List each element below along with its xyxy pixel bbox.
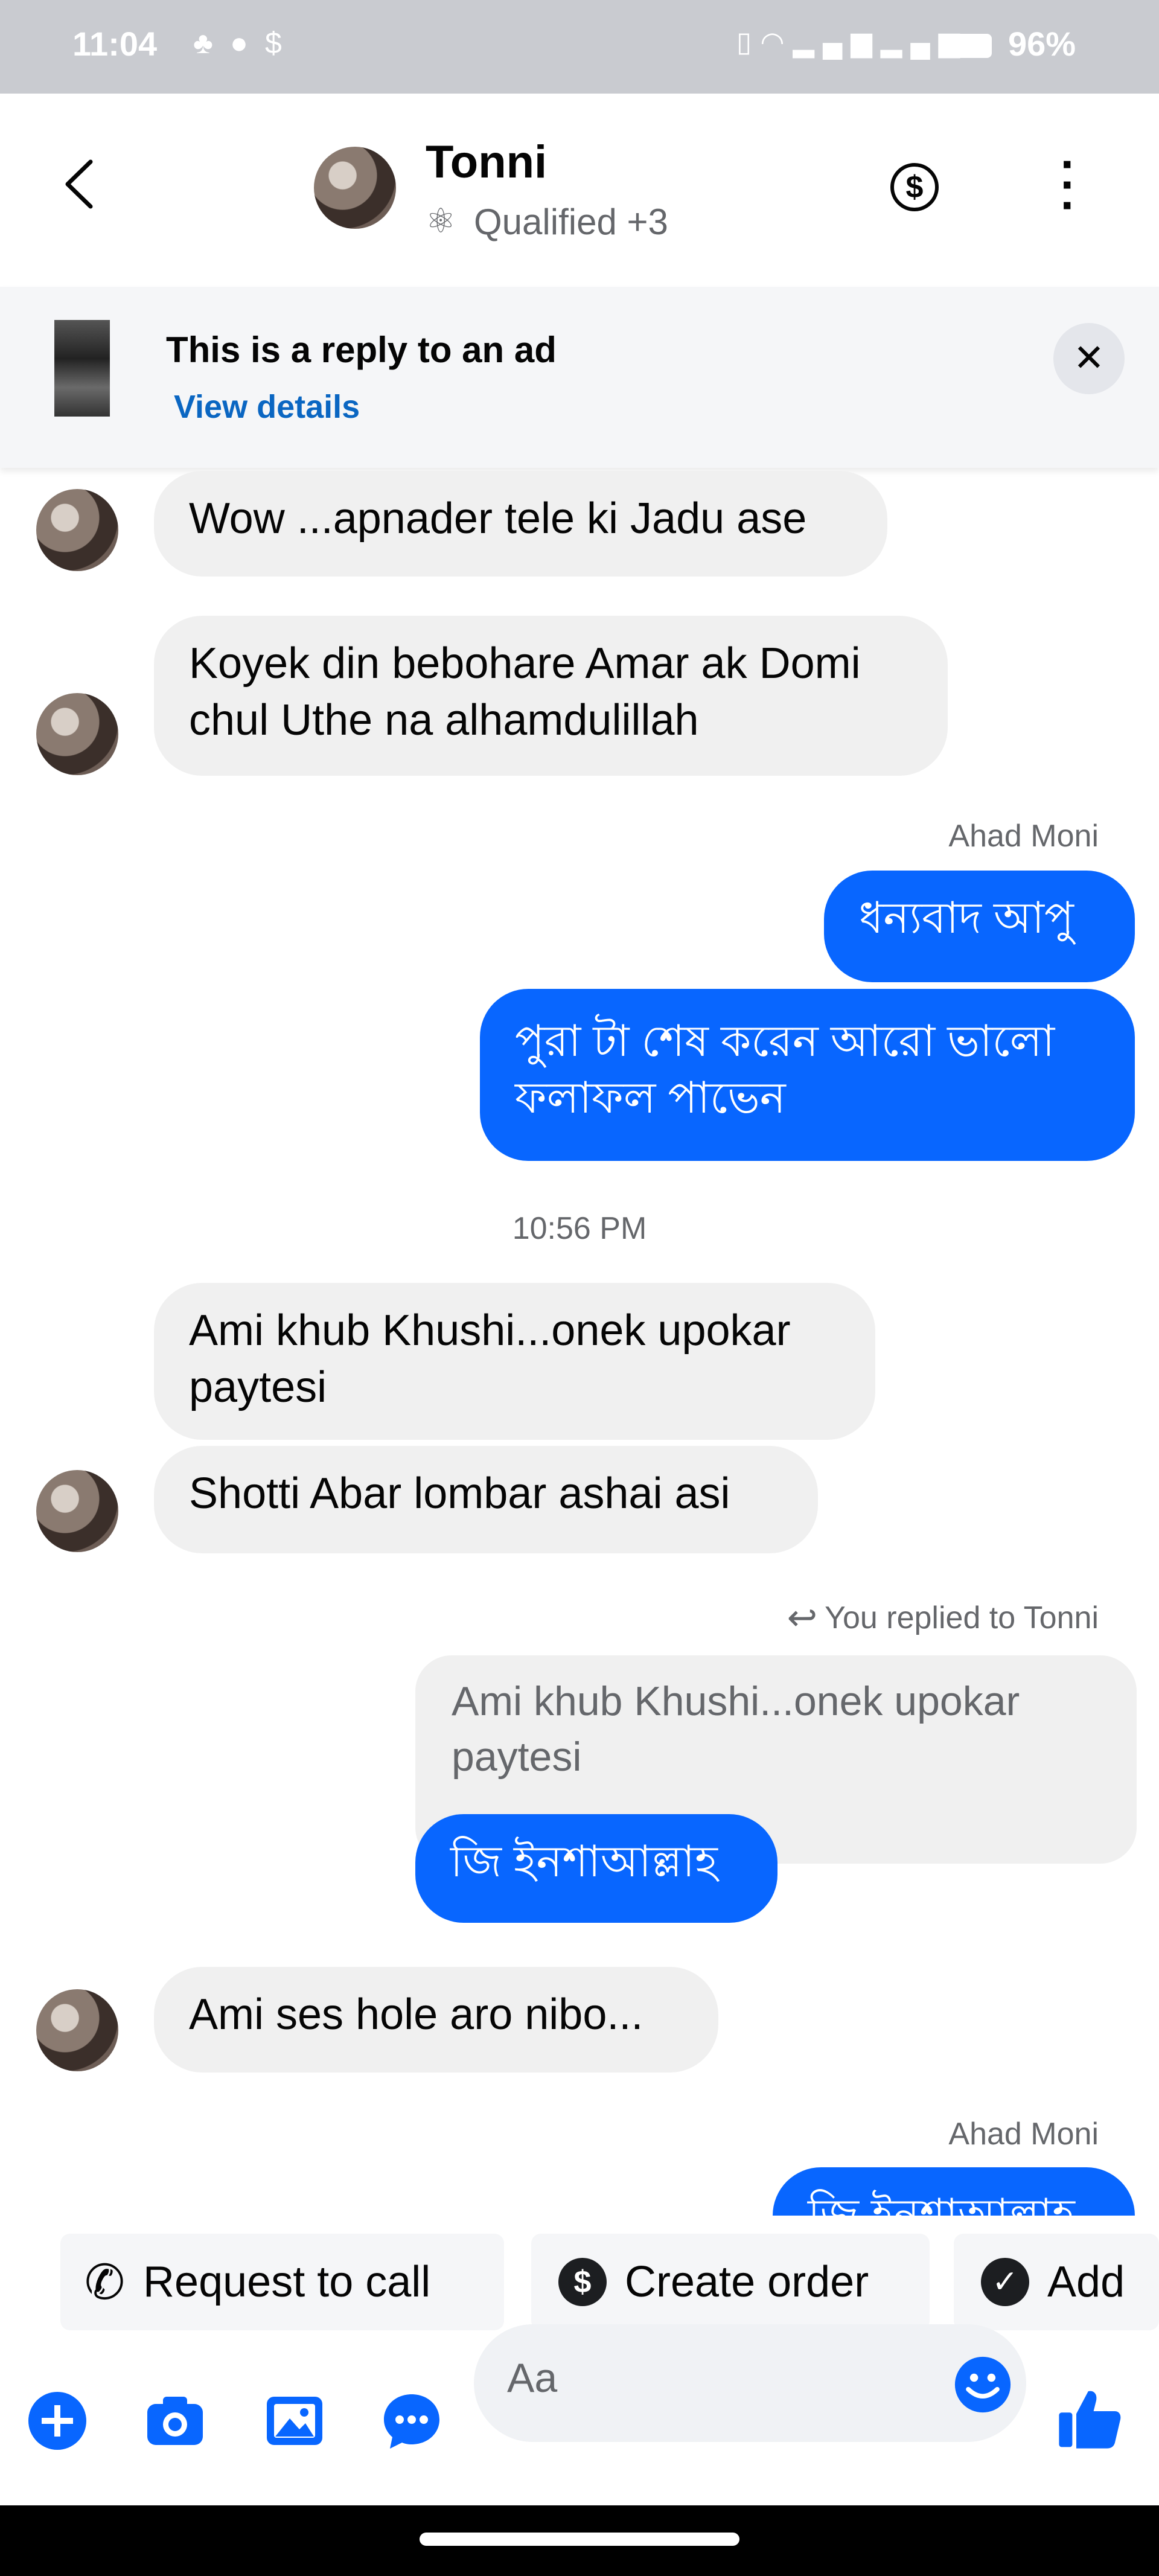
chat-icon[interactable]: [382, 2391, 442, 2451]
ad-banner-title: This is a reply to an ad: [166, 330, 557, 370]
message-text: জি ইনশাআল্লাহ: [808, 2191, 1075, 2216]
dollar-icon: $: [558, 2258, 607, 2306]
emoji-icon[interactable]: [954, 2356, 1012, 2414]
sender-name: Ahad Moni: [948, 2117, 1099, 2152]
checkmark-icon: ✓: [981, 2258, 1029, 2306]
snapchat-icon: ♣: [193, 26, 230, 60]
dollar-icon: $: [265, 26, 299, 60]
battery-icon: [945, 34, 992, 58]
message-text: জি ইনশাআল্লাহ: [450, 1838, 718, 1886]
message-text: Ami ses hole aro nibo...: [189, 1990, 643, 2039]
message-input[interactable]: Aa: [474, 2324, 1026, 2442]
sender-avatar[interactable]: [36, 489, 118, 571]
vibrate-icon: ▯: [736, 26, 761, 57]
reply-note: You replied to Tonni: [825, 1600, 1099, 1635]
more-options-icon[interactable]: · · ·: [1050, 140, 1087, 229]
phone-add-icon: ✆: [85, 2255, 126, 2309]
message-clip: জি ইনশাআল্লাহ: [0, 2167, 1159, 2216]
conversation-header: Tonni ⚛ Qualified +3 $ · · ·: [0, 94, 1159, 287]
create-order-button[interactable]: $ Create order: [531, 2234, 930, 2330]
payment-button[interactable]: $: [890, 163, 939, 211]
outgoing-message[interactable]: জি ইনশাআল্লাহ: [415, 1814, 777, 1923]
outgoing-message[interactable]: পুরা টা শেষ করেন আরো ভালো ফলাফল পাভেন: [480, 989, 1135, 1161]
messenger-icon: ●: [229, 26, 266, 60]
request-call-button[interactable]: ✆ Request to call: [60, 2234, 504, 2330]
message-text: Wow ...apnader tele ki Jadu ase: [189, 494, 807, 543]
system-icons: ▯◠▂▄▆▂▄▆: [736, 25, 968, 58]
contact-name[interactable]: Tonni: [426, 136, 547, 188]
timestamp: 10:56 PM: [512, 1211, 647, 1246]
add-button[interactable]: ✓ Add: [954, 2234, 1159, 2330]
message-text: ফলাফল পাভেন: [515, 1074, 786, 1122]
add-label: Add: [1047, 2258, 1125, 2306]
message-text: chul Uthe na alhamdulillah: [189, 696, 699, 744]
message-placeholder: Aa: [507, 2355, 558, 2401]
contact-avatar[interactable]: [314, 147, 396, 229]
camera-icon[interactable]: [145, 2391, 205, 2451]
quoted-text: paytesi: [452, 1734, 582, 1780]
view-details-link[interactable]: View details: [174, 388, 360, 426]
sender-avatar[interactable]: [36, 693, 118, 775]
home-gesture-handle[interactable]: [420, 2533, 739, 2546]
status-bar: 11:04 ♣●$ ▯◠▂▄▆▂▄▆ 96%: [0, 0, 1159, 94]
message-text: Shotti Abar lombar ashai asi: [189, 1469, 730, 1518]
message-text: ধন্যবাদ আপু: [859, 894, 1074, 942]
signal-icon: ▂▄▆: [793, 26, 881, 57]
status-time: 11:04: [72, 25, 158, 63]
incoming-message[interactable]: Shotti Abar lombar ashai asi: [154, 1446, 818, 1553]
outgoing-message[interactable]: ধন্যবাদ আপু: [824, 871, 1135, 982]
message-text: পুরা টা শেষ করেন আরো ভালো: [515, 1017, 1055, 1066]
label-icon: ⚛: [426, 202, 456, 240]
system-navigation-bar: [0, 2505, 1159, 2576]
create-order-label: Create order: [625, 2258, 869, 2306]
message-text: Ami khub Khushi...onek upokar: [189, 1306, 791, 1355]
ad-reply-banner: This is a reply to an ad View details ✕: [0, 287, 1159, 468]
wifi-icon: ◠: [760, 26, 793, 57]
incoming-message[interactable]: Ami khub Khushi...onek upokar paytesi: [154, 1283, 875, 1440]
ad-thumbnail[interactable]: [54, 320, 110, 417]
incoming-message[interactable]: Koyek din bebohare Amar ak Domi chul Uth…: [154, 616, 948, 776]
sender-name: Ahad Moni: [948, 819, 1099, 854]
outgoing-message[interactable]: জি ইনশাআল্লাহ: [773, 2167, 1135, 2216]
contact-label[interactable]: Qualified +3: [474, 201, 668, 243]
notification-icons: ♣●$: [193, 25, 299, 60]
incoming-message[interactable]: Wow ...apnader tele ki Jadu ase: [154, 471, 887, 577]
incoming-message[interactable]: Ami ses hole aro nibo...: [154, 1967, 718, 2073]
reply-indicator: ↩ You replied to Tonni: [724, 1597, 1099, 1639]
reply-icon: ↩: [787, 1597, 818, 1638]
battery-level: 96%: [1008, 25, 1076, 63]
plus-icon[interactable]: [27, 2391, 88, 2451]
message-text: Koyek din bebohare Amar ak Domi: [189, 639, 861, 688]
close-icon[interactable]: ✕: [1053, 323, 1125, 394]
sender-avatar[interactable]: [36, 1470, 118, 1552]
request-call-label: Request to call: [143, 2258, 431, 2306]
like-icon[interactable]: [1056, 2385, 1123, 2451]
back-icon[interactable]: [60, 157, 97, 211]
message-text: paytesi: [189, 1363, 327, 1411]
gallery-icon[interactable]: [264, 2391, 325, 2451]
sender-avatar[interactable]: [36, 1989, 118, 2071]
quoted-text: Ami khub Khushi...onek upokar: [452, 1678, 1020, 1724]
